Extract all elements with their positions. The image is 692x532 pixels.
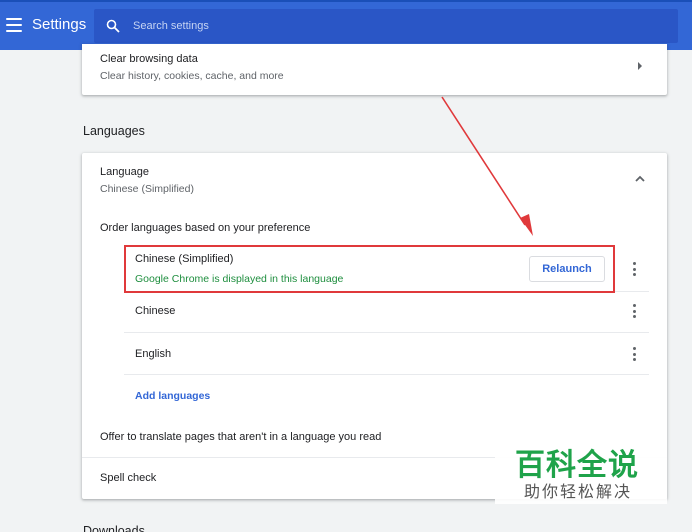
offer-translate-label: Offer to translate pages that aren't in … xyxy=(100,431,382,443)
relaunch-button[interactable]: Relaunch xyxy=(529,256,605,282)
app-title: Settings xyxy=(32,16,87,33)
chevron-right-icon[interactable] xyxy=(637,62,643,70)
language-item-name: Chinese (Simplified) xyxy=(135,253,234,265)
spell-check-label[interactable]: Spell check xyxy=(100,472,156,484)
clear-browsing-title[interactable]: Clear browsing data xyxy=(100,53,198,65)
search-input[interactable] xyxy=(133,17,653,35)
more-vert-icon[interactable] xyxy=(632,347,636,361)
watermark-slogan: 助你轻松解决 xyxy=(524,484,633,501)
more-vert-icon[interactable] xyxy=(632,262,636,276)
search-box[interactable] xyxy=(94,9,678,43)
hamburger-menu-icon[interactable] xyxy=(6,18,22,32)
divider xyxy=(124,332,649,333)
clear-browsing-subtitle: Clear history, cookies, cache, and more xyxy=(100,70,284,82)
language-label: Language xyxy=(100,166,149,178)
language-value: Chinese (Simplified) xyxy=(100,183,194,195)
language-item-name: English xyxy=(135,348,172,360)
languages-section-title: Languages xyxy=(83,124,145,138)
divider xyxy=(124,291,649,292)
order-languages-label: Order languages based on your preference xyxy=(100,222,311,234)
divider xyxy=(124,374,649,375)
next-section-title: Downloads xyxy=(83,524,145,532)
displayed-language-note: Google Chrome is displayed in this langu… xyxy=(135,273,344,285)
search-icon xyxy=(106,19,120,33)
language-item-name: Chinese xyxy=(135,305,176,317)
top-bar: Settings xyxy=(0,0,692,50)
more-vert-icon[interactable] xyxy=(632,304,636,318)
chevron-up-icon[interactable] xyxy=(635,174,645,182)
watermark: 百科全说 助你轻松解决 xyxy=(495,422,667,504)
add-languages-link[interactable]: Add languages xyxy=(135,390,210,402)
